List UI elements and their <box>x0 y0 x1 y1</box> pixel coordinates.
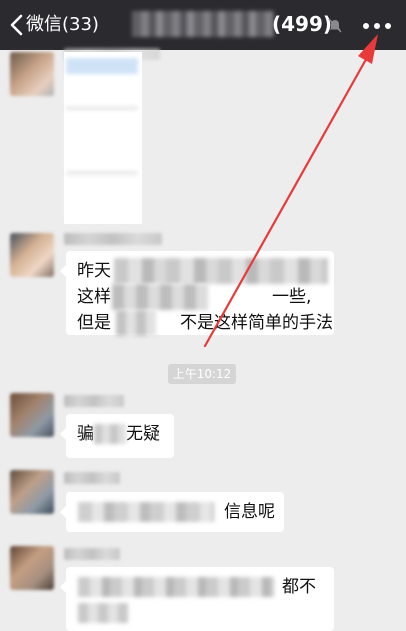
message-bubble[interactable]: 都不 <box>60 567 334 631</box>
redacted-text <box>78 577 274 597</box>
message-text: 不是这样简单的手法 <box>180 313 333 333</box>
image-message-content[interactable] <box>66 58 138 220</box>
redacted-text <box>78 603 128 623</box>
message-text: 但是 <box>77 313 111 333</box>
more-dot <box>374 23 380 29</box>
bell-off-icon <box>328 18 342 33</box>
chat-navbar: 微信(33) (499) <box>0 0 406 50</box>
redacted-text <box>94 424 126 444</box>
message-bubble[interactable]: 骗 无疑 <box>60 414 174 458</box>
more-options-button[interactable] <box>358 10 396 40</box>
more-dot <box>363 23 369 29</box>
chat-member-count: (499) <box>272 12 333 36</box>
avatar[interactable] <box>10 233 54 277</box>
chevron-left-icon[interactable] <box>8 13 24 37</box>
message-timestamp: 上午10:12 <box>168 364 236 384</box>
sender-name-redacted <box>64 472 120 484</box>
avatar[interactable] <box>10 393 54 437</box>
message-text: 都不 <box>282 577 316 597</box>
message-text: 无疑 <box>126 424 160 444</box>
more-dot <box>385 23 391 29</box>
sender-name-redacted <box>64 548 120 560</box>
message-text: 信息呢 <box>224 502 275 522</box>
message-text: 一些, <box>272 287 312 307</box>
sender-name-redacted <box>64 233 162 245</box>
redacted-text <box>116 310 156 336</box>
sender-name-redacted <box>64 395 124 407</box>
avatar[interactable] <box>10 52 54 96</box>
chat-title-redacted <box>132 11 274 37</box>
back-button-label[interactable]: 微信(33) <box>26 13 99 37</box>
redacted-text <box>78 502 214 522</box>
avatar[interactable] <box>10 470 54 514</box>
avatar[interactable] <box>10 546 54 590</box>
message-text: 骗 <box>77 424 94 444</box>
message-text: 这样 <box>77 287 111 307</box>
redacted-text <box>112 284 208 310</box>
message-line: 但是 不是这样简单的手法 <box>77 310 333 336</box>
redacted-text <box>114 258 328 284</box>
message-text: 昨天 <box>77 261 111 281</box>
message-bubble[interactable]: 信息呢 <box>60 492 284 532</box>
